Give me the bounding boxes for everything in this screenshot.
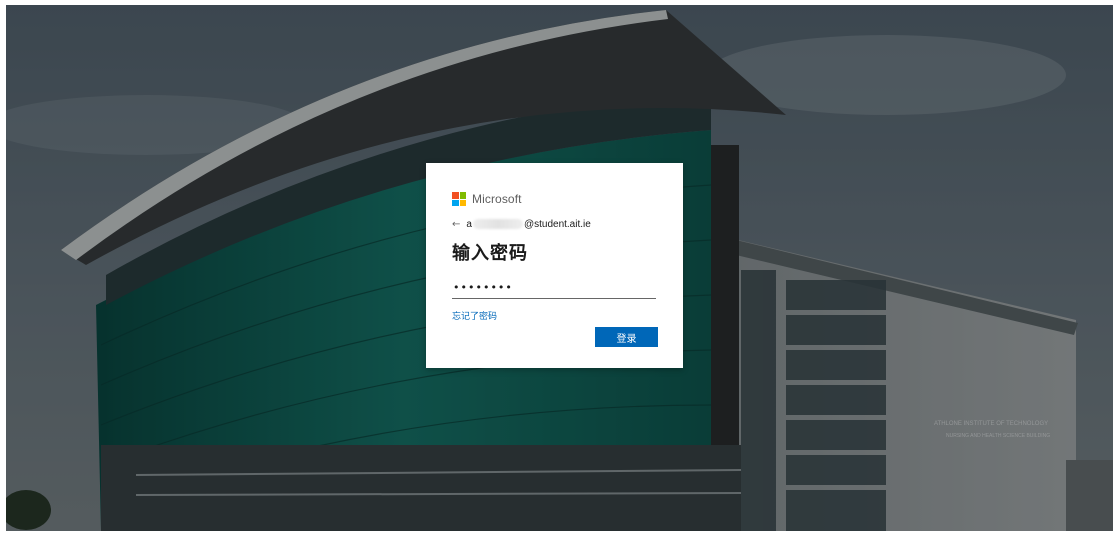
sign-in-button[interactable]: 登录 xyxy=(595,327,658,347)
brand-name: Microsoft xyxy=(472,192,522,206)
identity-redacted xyxy=(472,219,523,229)
logo-square-blue xyxy=(452,199,459,206)
sign-in-card: Microsoft ← a @student.ait.ie 输入密码 忘记了密码… xyxy=(426,163,683,368)
password-field[interactable] xyxy=(452,277,656,299)
identity-prefix: a xyxy=(466,218,472,230)
logo-square-green xyxy=(459,192,466,199)
logo-square-yellow xyxy=(459,199,466,206)
identity-banner[interactable]: ← a @student.ait.ie xyxy=(452,217,657,231)
back-arrow-icon[interactable]: ← xyxy=(452,219,460,230)
brand-header: Microsoft xyxy=(452,191,657,207)
logo-square-red xyxy=(452,192,459,199)
page-title: 输入密码 xyxy=(452,243,528,264)
microsoft-logo-icon xyxy=(452,192,466,206)
identity-domain: @student.ait.ie xyxy=(523,218,591,230)
forgot-password-link[interactable]: 忘记了密码 xyxy=(452,309,657,322)
